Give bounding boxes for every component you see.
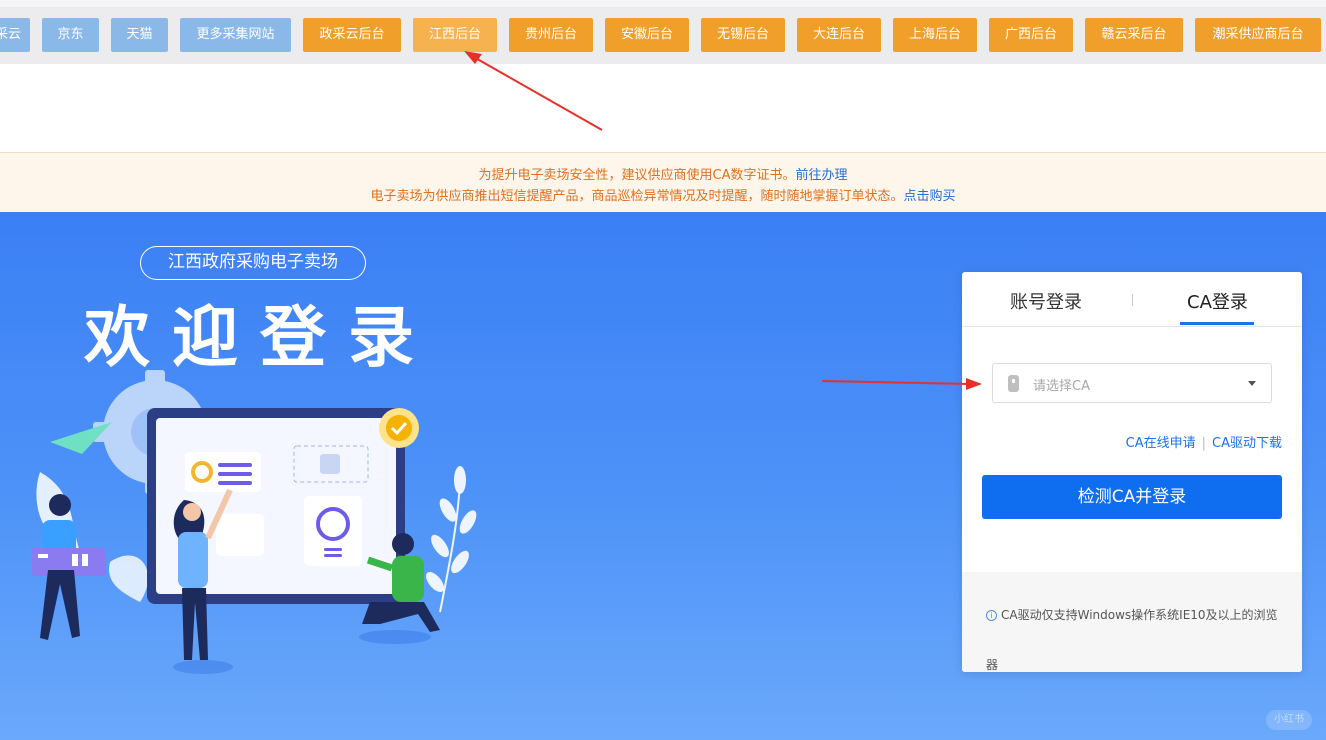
link-divider: | — [1201, 436, 1207, 451]
site-name-pill: 江西政府采购电子卖场 — [140, 246, 366, 280]
notice-banner: 为提升电子卖场安全性，建议供应商使用CA数字证书。前往办理 电子卖场为供应商推出… — [0, 152, 1326, 212]
tab-account-login[interactable]: 账号登录 — [1010, 288, 1082, 314]
nav-button-jd[interactable]: 京东 — [42, 18, 99, 52]
chevron-down-icon — [1248, 381, 1256, 386]
nav-button-guizhou-backend[interactable]: 贵州后台 — [509, 18, 593, 52]
ca-links: CA在线申请 | CA驱动下载 — [1126, 432, 1282, 451]
browser-support-text: CA驱动仅支持Windows操作系统IE10及以上的浏览器 — [986, 608, 1278, 672]
nav-button-guangxi-backend[interactable]: 广西后台 — [989, 18, 1073, 52]
nav-button-dalian-backend[interactable]: 大连后台 — [797, 18, 881, 52]
notice-ca-link[interactable]: 前往办理 — [795, 168, 847, 183]
notice-line-ca: 为提升电子卖场安全性，建议供应商使用CA数字证书。前往办理 — [0, 164, 1326, 183]
usb-key-icon — [1008, 375, 1019, 392]
nav-button-tmall[interactable]: 天猫 — [111, 18, 168, 52]
login-tabs: 账号登录 CA登录 — [962, 272, 1302, 327]
nav-button-more-sites[interactable]: 更多采集网站 — [180, 18, 291, 52]
nav-button-jiangxi-backend[interactable]: 江西后台 — [413, 18, 497, 52]
ca-driver-download-link[interactable]: CA驱动下载 — [1212, 436, 1282, 451]
ca-select[interactable]: 请选择CA — [992, 363, 1272, 403]
nav-button-anhui-backend[interactable]: 安徽后台 — [605, 18, 689, 52]
notice-sms-text: 电子卖场为供应商推出短信提醒产品，商品巡检异常情况及时提醒，随时随地掌握订单状态… — [370, 189, 904, 204]
tab-active-indicator — [1180, 322, 1254, 325]
check-badge-icon — [379, 408, 419, 448]
nav-button-ganyuncai-backend[interactable]: 赣云采后台 — [1085, 18, 1183, 52]
browser-support-tip: i CA驱动仅支持Windows操作系统IE10及以上的浏览器 — [986, 590, 1286, 672]
tab-ca-login[interactable]: CA登录 — [1187, 288, 1248, 314]
top-nav-bar: 采云 京东 天猫 更多采集网站 政采云后台 江西后台 贵州后台 安徽后台 无锡后… — [0, 0, 1326, 64]
nav-button-zcy-backend[interactable]: 政采云后台 — [303, 18, 401, 52]
nav-button-caiyun[interactable]: 采云 — [0, 18, 30, 52]
ca-apply-link[interactable]: CA在线申请 — [1126, 436, 1196, 451]
watermark-badge: 小红书 — [1266, 710, 1312, 730]
nav-button-chaocai-supplier-backend[interactable]: 潮采供应商后台 — [1195, 18, 1321, 52]
tab-divider — [1132, 294, 1133, 306]
notice-line-sms: 电子卖场为供应商推出短信提醒产品，商品巡检异常情况及时提醒，随时随地掌握订单状态… — [0, 185, 1326, 204]
nav-button-shanghai-backend[interactable]: 上海后台 — [893, 18, 977, 52]
login-card-footer: i CA驱动仅支持Windows操作系统IE10及以上的浏览器 — [962, 572, 1302, 672]
login-card: 账号登录 CA登录 请选择CA CA在线申请 | CA驱动下载 检测CA并登录 iC… — [962, 272, 1302, 672]
hero-illustration — [32, 370, 477, 674]
nav-button-wuxi-backend[interactable]: 无锡后台 — [701, 18, 785, 52]
plant-decoration — [426, 466, 477, 613]
notice-ca-text: 为提升电子卖场安全性，建议供应商使用CA数字证书。 — [478, 168, 796, 183]
ca-select-placeholder: 请选择CA — [1033, 379, 1090, 394]
notice-sms-link[interactable]: 点击购买 — [904, 189, 956, 204]
info-icon: i — [986, 610, 997, 621]
detect-ca-login-button[interactable]: 检测CA并登录 — [982, 475, 1282, 519]
